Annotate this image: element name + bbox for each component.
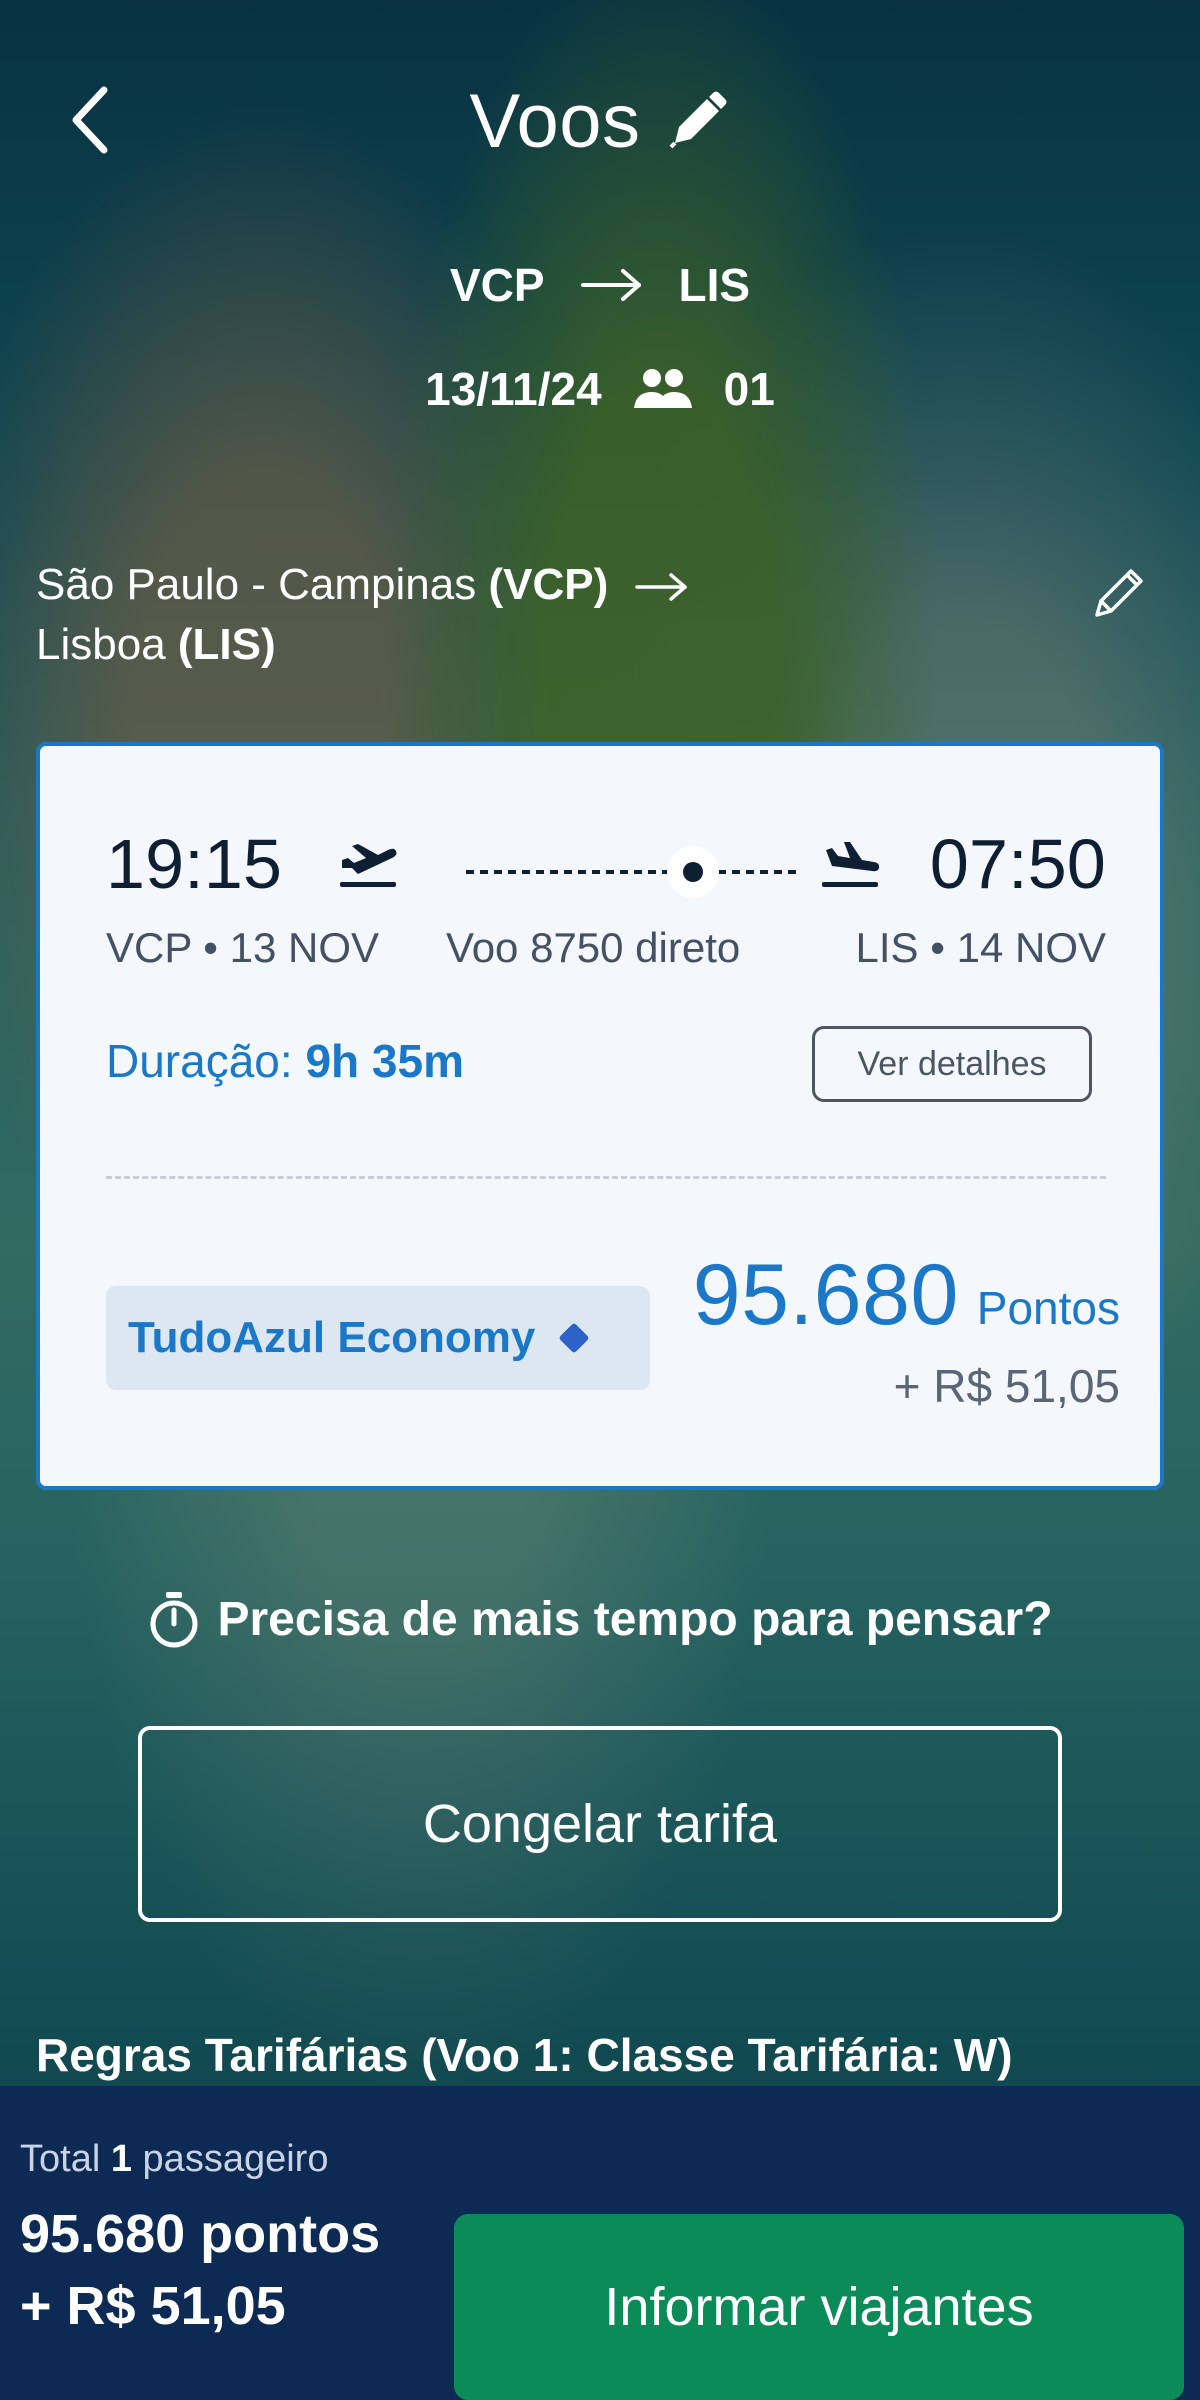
- flight-card[interactable]: 19:15 07:50 VCP • 13 NOV Voo 8750 direto…: [36, 742, 1164, 1490]
- edit-title-button[interactable]: [661, 87, 731, 157]
- stopwatch-icon: [150, 1592, 198, 1648]
- duration-value: 9h 35m: [305, 1035, 464, 1087]
- destination-code: LIS: [678, 259, 751, 311]
- freeze-fare-button[interactable]: Congelar tarifa: [138, 1726, 1062, 1922]
- arrival-time: 07:50: [929, 825, 1106, 903]
- origin-code-paren: (VCP): [488, 560, 609, 609]
- origin-code: VCP: [449, 259, 545, 311]
- edit-route-button[interactable]: [1080, 552, 1160, 632]
- passenger-count: 01: [723, 363, 775, 415]
- flight-times-row: 19:15 07:50: [106, 824, 1106, 924]
- page-title: Voos: [469, 79, 641, 164]
- pencil-icon: [669, 91, 727, 148]
- plane-landing-icon: [822, 842, 880, 887]
- trip-meta: 13/11/24 01: [0, 362, 1200, 416]
- total-points: 95.680 pontos: [20, 2204, 381, 2264]
- arrival-info: LIS • 14 NOV: [855, 924, 1106, 971]
- inform-travelers-button[interactable]: Informar viajantes: [454, 2214, 1184, 2400]
- destination-code-paren: (LIS): [177, 620, 276, 669]
- fare-type-badge[interactable]: TudoAzul Economy: [106, 1286, 650, 1390]
- route-summary: VCP LIS: [0, 258, 1200, 312]
- duration-label: Duração:: [106, 1035, 293, 1087]
- hold-question: Precisa de mais tempo para pensar?: [0, 1590, 1200, 1648]
- departure-info: VCP • 13 NOV: [106, 924, 380, 971]
- arrow-right-icon: [634, 573, 687, 602]
- route-description: São Paulo - Campinas (VCP) Lisboa (LIS): [36, 555, 1066, 675]
- flight-timeline: [466, 846, 796, 898]
- total-cash: + R$ 51,05: [20, 2276, 286, 2336]
- bottom-summary-bar: Total 1 passageiro 95.680 pontos + R$ 51…: [0, 2086, 1200, 2400]
- fare-name: TudoAzul Economy: [128, 1313, 536, 1362]
- destination-city: Lisboa: [36, 620, 166, 669]
- hold-question-text: Precisa de mais tempo para pensar?: [217, 1592, 1053, 1646]
- trip-date: 13/11/24: [425, 363, 602, 415]
- flight-info: Voo 8750 direto: [446, 924, 741, 971]
- origin-city: São Paulo - Campinas: [36, 560, 477, 609]
- points-unit: Pontos: [976, 1282, 1120, 1334]
- total-passenger-label: passageiro: [142, 2138, 329, 2180]
- passengers-icon: [633, 369, 692, 408]
- details-button[interactable]: Ver detalhes: [812, 1026, 1092, 1102]
- points-row: 95.680 Pontos: [693, 1246, 1120, 1345]
- title-wrap: Voos: [0, 78, 1200, 165]
- total-passenger-count: 1: [110, 2138, 132, 2180]
- flight-duration: Duração: 9h 35m: [106, 1034, 464, 1088]
- pencil-outline-icon: [1095, 569, 1143, 617]
- flight-price: 95.680 Pontos + R$ 51,05: [693, 1246, 1120, 1413]
- total-summary: Total 1 passageiro 95.680 pontos + R$ 51…: [20, 2138, 380, 2337]
- arrow-right-icon: [580, 269, 641, 301]
- total-label: Total 1 passageiro: [20, 2138, 380, 2181]
- departure-time: 19:15: [106, 825, 283, 903]
- total-prefix: Total: [20, 2138, 101, 2180]
- cash-amount: + R$ 51,05: [893, 1360, 1120, 1412]
- points-value: 95.680: [692, 1247, 959, 1343]
- fare-rules-link[interactable]: Regras Tarifárias (Voo 1: Classe Tarifár…: [36, 2028, 1013, 2082]
- app-header: Voos: [0, 60, 1200, 180]
- diamond-icon: [558, 1322, 590, 1354]
- flight-sub-row: VCP • 13 NOV Voo 8750 direto LIS • 14 NO…: [106, 924, 1106, 984]
- card-divider: [106, 1176, 1106, 1179]
- plane-takeoff-icon: [340, 844, 397, 887]
